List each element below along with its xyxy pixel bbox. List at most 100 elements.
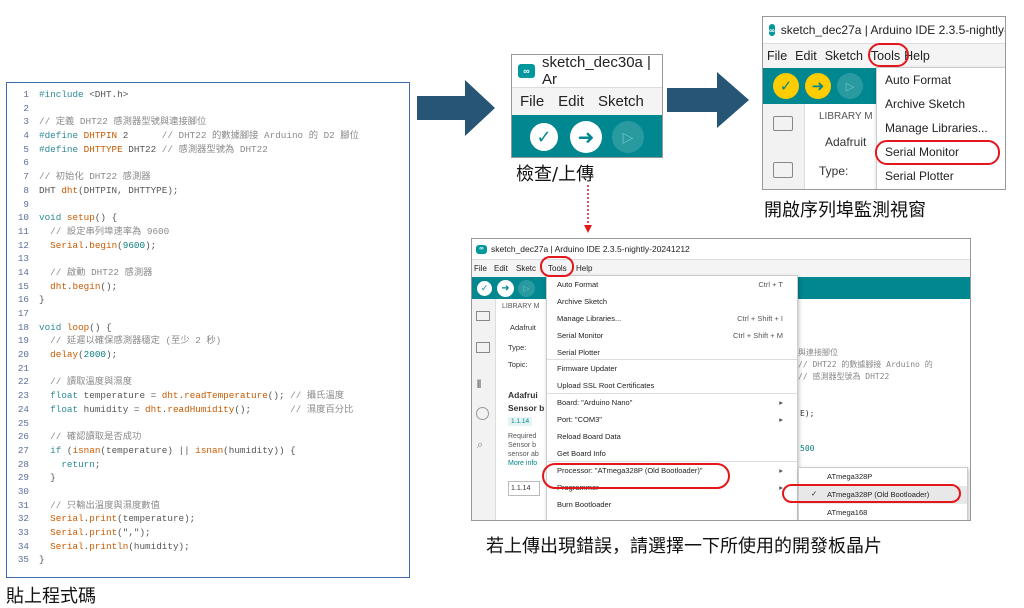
board-icon[interactable]	[773, 162, 793, 178]
editor-text: 與連接腳位	[798, 348, 838, 357]
library-label: LIBRARY M	[502, 303, 540, 310]
debug-button[interactable]: ▷	[612, 121, 644, 153]
menu-file[interactable]: File	[767, 49, 787, 63]
tools-menu-item[interactable]: Archive Sketch	[547, 293, 797, 310]
menu-sketch[interactable]: Sketc	[516, 264, 536, 273]
line-number: 5	[23, 143, 29, 155]
tools-menu-item[interactable]: Board: "Arduino Nano" ▸	[547, 394, 797, 411]
tools-menu-label: Upload SSL Root Certificates	[557, 381, 655, 391]
highlight-tools	[868, 43, 909, 67]
tools-menu-item[interactable]: Auto Format	[877, 68, 1005, 92]
code-text: // 初始化 DHT22 感測器	[39, 171, 151, 183]
verify-button[interactable]: ✓	[528, 121, 560, 153]
code-line: 23 float temperature = dht.readTemperatu…	[7, 389, 409, 403]
menu-help[interactable]: Help	[576, 264, 592, 273]
type-label: Type:	[819, 164, 849, 178]
code-line: 6	[7, 156, 409, 170]
menu-sketch[interactable]: Sketch	[825, 49, 863, 63]
processor-option[interactable]: ATmega168	[799, 504, 967, 520]
code-text: }	[39, 294, 45, 306]
line-number: 34	[17, 540, 29, 552]
code-text: // 確認讀取是否成功	[50, 431, 142, 443]
upload-button[interactable]: ➜	[570, 121, 602, 153]
code-line: 31 // 只輸出溫度與濕度數值	[7, 499, 409, 513]
editor-text: 500	[800, 444, 815, 453]
arrow-right-icon	[417, 78, 497, 138]
caption-verify-upload: 檢查/上傳	[516, 164, 595, 185]
code-text: // 延遲以確保感測器穩定 (至少 2 秒)	[50, 335, 222, 347]
tools-menu-item[interactable]: Auto Format Ctrl + T	[547, 276, 797, 293]
menu-sketch[interactable]: Sketch	[598, 93, 644, 110]
code-line: 15 dht.begin();	[7, 280, 409, 294]
board-icon[interactable]	[476, 342, 490, 353]
tools-menu-item[interactable]: Serial Monitor Ctrl + Shift + M	[547, 327, 797, 344]
code-line: 8 DHT dht(DHTPIN, DHTTYPE);	[7, 184, 409, 198]
window-title: sketch_dec30a | Ar	[541, 54, 651, 88]
caption-paste-code: 貼上程式碼	[6, 586, 96, 607]
tools-menu-label: Serial Plotter	[557, 347, 600, 357]
tools-menu-item[interactable]: Serial Plotter	[547, 344, 797, 361]
tools-menu-item[interactable]: Archive Sketch	[877, 92, 1005, 116]
tools-menu-item[interactable]: Firmware Updater	[547, 360, 797, 377]
upload-button[interactable]: ➜	[497, 279, 514, 297]
code-text: if (isnan(temperature) || isnan(humidity…	[50, 444, 296, 456]
highlight-serial-monitor	[875, 140, 1000, 165]
type-label: Type:	[508, 343, 527, 352]
verify-button[interactable]: ✓	[773, 73, 799, 99]
debug-button[interactable]: ▷	[518, 279, 535, 297]
line-number: 11	[17, 225, 29, 237]
line-number: 4	[23, 130, 29, 142]
code-line: 20 delay(2000);	[7, 348, 409, 362]
line-number: 30	[17, 485, 29, 497]
tools-menu-item[interactable]: Manage Libraries... Ctrl + Shift + I	[547, 310, 797, 327]
menu-edit[interactable]: Edit	[558, 93, 584, 110]
code-text: void loop() {	[39, 321, 112, 333]
line-number: 29	[17, 472, 29, 484]
debug-icon: ▷	[845, 80, 855, 93]
checkmark-icon: ✓	[779, 78, 793, 95]
code-line: 27 if (isnan(temperature) || isnan(humid…	[7, 444, 409, 458]
code-line: 25	[7, 417, 409, 431]
tools-menu-item[interactable]: Manage Libraries...	[877, 116, 1005, 140]
menu-file[interactable]: File	[520, 93, 544, 110]
tools-menu-item[interactable]: Reload Board Data	[547, 428, 797, 445]
code-line: 29 }	[7, 471, 409, 485]
line-number: 22	[17, 376, 29, 388]
line-number: 18	[17, 321, 29, 333]
library-search[interactable]: Adafruit	[510, 323, 536, 332]
debug-sidebar-icon[interactable]	[476, 407, 489, 420]
line-number: 23	[17, 390, 29, 402]
verify-button[interactable]: ✓	[476, 279, 493, 297]
folder-icon[interactable]	[773, 116, 793, 131]
processor-option-label: ATmega328P	[827, 472, 873, 481]
dotted-arrow-icon	[582, 185, 594, 235]
tools-menu-item[interactable]: Serial Plotter	[877, 164, 1005, 188]
folder-icon[interactable]	[476, 311, 490, 321]
line-number: 31	[17, 499, 29, 511]
version-select[interactable]: 1.1.14	[508, 481, 540, 496]
tools-menu-item[interactable]: Port: "COM3" ▸	[547, 411, 797, 428]
arrow-right-icon: ➜	[577, 126, 595, 149]
menu-edit[interactable]: Edit	[494, 264, 508, 273]
line-number: 1	[23, 89, 29, 100]
tools-menu-item[interactable]: Upload SSL Root Certificates	[547, 377, 797, 395]
ide-window-verify-upload: ∞ sketch_dec30a | Ar File Edit Sketch ✓ ➜ …	[511, 54, 663, 158]
line-number: 13	[17, 253, 29, 265]
code-text: Serial.begin(9600);	[50, 239, 157, 251]
tools-menu-label: Serial Monitor	[557, 330, 604, 340]
menu-edit[interactable]: Edit	[795, 49, 817, 63]
more-info-link[interactable]: More info	[508, 460, 537, 467]
tools-menu-item[interactable]: Get Board Info	[547, 445, 797, 462]
menu-file[interactable]: File	[474, 264, 487, 273]
search-icon[interactable]: ⌕	[477, 439, 483, 452]
tools-menu-label: Manage Libraries...	[557, 313, 622, 323]
tools-menu-shortcut: Ctrl + Shift + M	[732, 330, 783, 340]
line-number: 7	[23, 171, 29, 183]
debug-button[interactable]: ▷	[837, 73, 863, 99]
tools-menu-item[interactable]: Burn Bootloader	[547, 496, 797, 513]
upload-button[interactable]: ➜	[805, 73, 831, 99]
code-text: float temperature = dht.readTemperature(…	[50, 390, 345, 402]
code-line: 28 return;	[7, 458, 409, 472]
library-icon[interactable]: 𝍪	[477, 375, 481, 396]
library-search[interactable]: Adafruit	[825, 135, 866, 149]
